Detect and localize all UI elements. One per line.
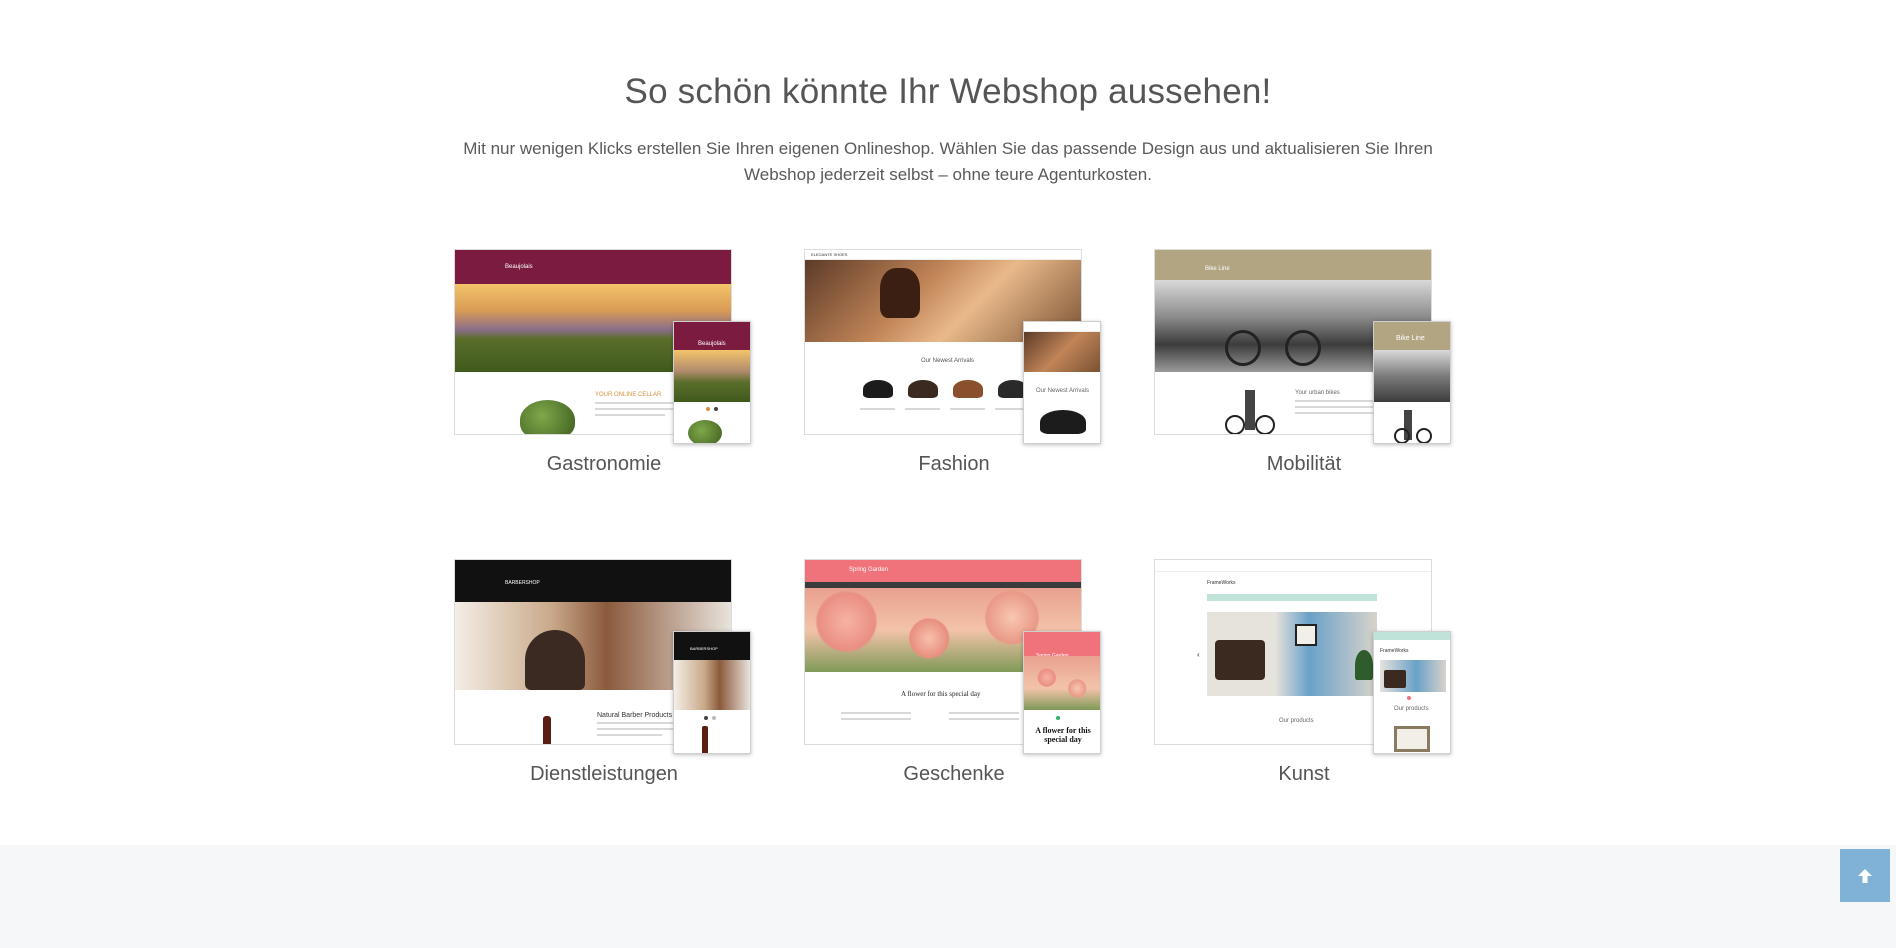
template-label: Gastronomie (546, 453, 662, 475)
preview-shop-name-mobile: BARBERSHOP (690, 646, 718, 651)
template-label: Mobilität (1266, 453, 1342, 475)
mobile-preview: BARBERSHOP (673, 631, 751, 754)
template-card-fashion[interactable]: ELEGANTE SHOES Our Newest Arrivals Our N… (804, 249, 1104, 489)
mobile-preview: Bike Line (1373, 321, 1451, 444)
preview-headline: Your urban bikes (1295, 390, 1340, 396)
template-card-geschenke[interactable]: Spring Garden A flower for this special … (804, 559, 1104, 799)
template-card-kunst[interactable]: FrameWorks Our products ‹ FrameWorks Our… (1154, 559, 1454, 799)
section-title: So schön könnte Ihr Webshop aussehen! (624, 72, 1272, 111)
preview-headline: Our products (1279, 718, 1314, 724)
preview-shop-name: Bike Line (1205, 266, 1230, 272)
preview-headline: Natural Barber Products (597, 712, 673, 719)
mobile-preview: FrameWorks Our products (1373, 631, 1451, 754)
preview-headline-mobile: A flower for this special day (1035, 726, 1091, 744)
template-label: Geschenke (903, 763, 1005, 785)
preview-shop-name: Beaujolais (505, 264, 533, 270)
preview-shop-name: FrameWorks (1207, 580, 1236, 586)
preview-shop-name: ELEGANTE SHOES (811, 252, 848, 257)
preview-shop-name-mobile: Bike Line (1396, 335, 1425, 342)
preview-shop-name-mobile: FrameWorks (1380, 648, 1409, 654)
preview-shop-name: Spring Garden (849, 567, 889, 573)
mobile-preview: Our Newest Arrivals (1023, 321, 1101, 444)
template-card-dienstleistungen[interactable]: BARBERSHOP Natural Barber Products BARBE… (454, 559, 754, 799)
template-label: Dienstleistungen (530, 763, 678, 785)
preview-headline-mobile: Our Newest Arrivals (1036, 388, 1090, 394)
showcase-section: So schön könnte Ihr Webshop aussehen! Mi… (0, 0, 1896, 845)
template-card-mobilitaet[interactable]: Bike Line Your urban bikes Bike Line Mob… (1154, 249, 1454, 489)
mobile-preview: Spring Garden A flower for this special … (1023, 631, 1101, 754)
scroll-to-top-button[interactable] (1840, 849, 1890, 902)
template-label: Kunst (1278, 763, 1330, 785)
footer-band (0, 845, 1896, 948)
preview-headline: YOUR ONLINE CELLAR (595, 392, 662, 398)
preview-headline: Our Newest Arrivals (921, 358, 975, 364)
preview-shop-name: BARBERSHOP (505, 580, 540, 586)
template-card-gastronomie[interactable]: Beaujolais YOUR ONLINE CELLAR Beaujolais… (454, 249, 754, 489)
template-label: Fashion (918, 453, 990, 475)
preview-headline: A flower for this special day (901, 690, 981, 698)
preview-shop-name-mobile: Beaujolais (698, 341, 726, 347)
arrow-up-icon (1858, 868, 1872, 883)
mobile-preview: Beaujolais (673, 321, 751, 444)
preview-headline-mobile: Our products (1394, 706, 1429, 712)
section-subtitle: Mit nur wenigen Klicks erstellen Sie Ihr… (463, 139, 1433, 184)
